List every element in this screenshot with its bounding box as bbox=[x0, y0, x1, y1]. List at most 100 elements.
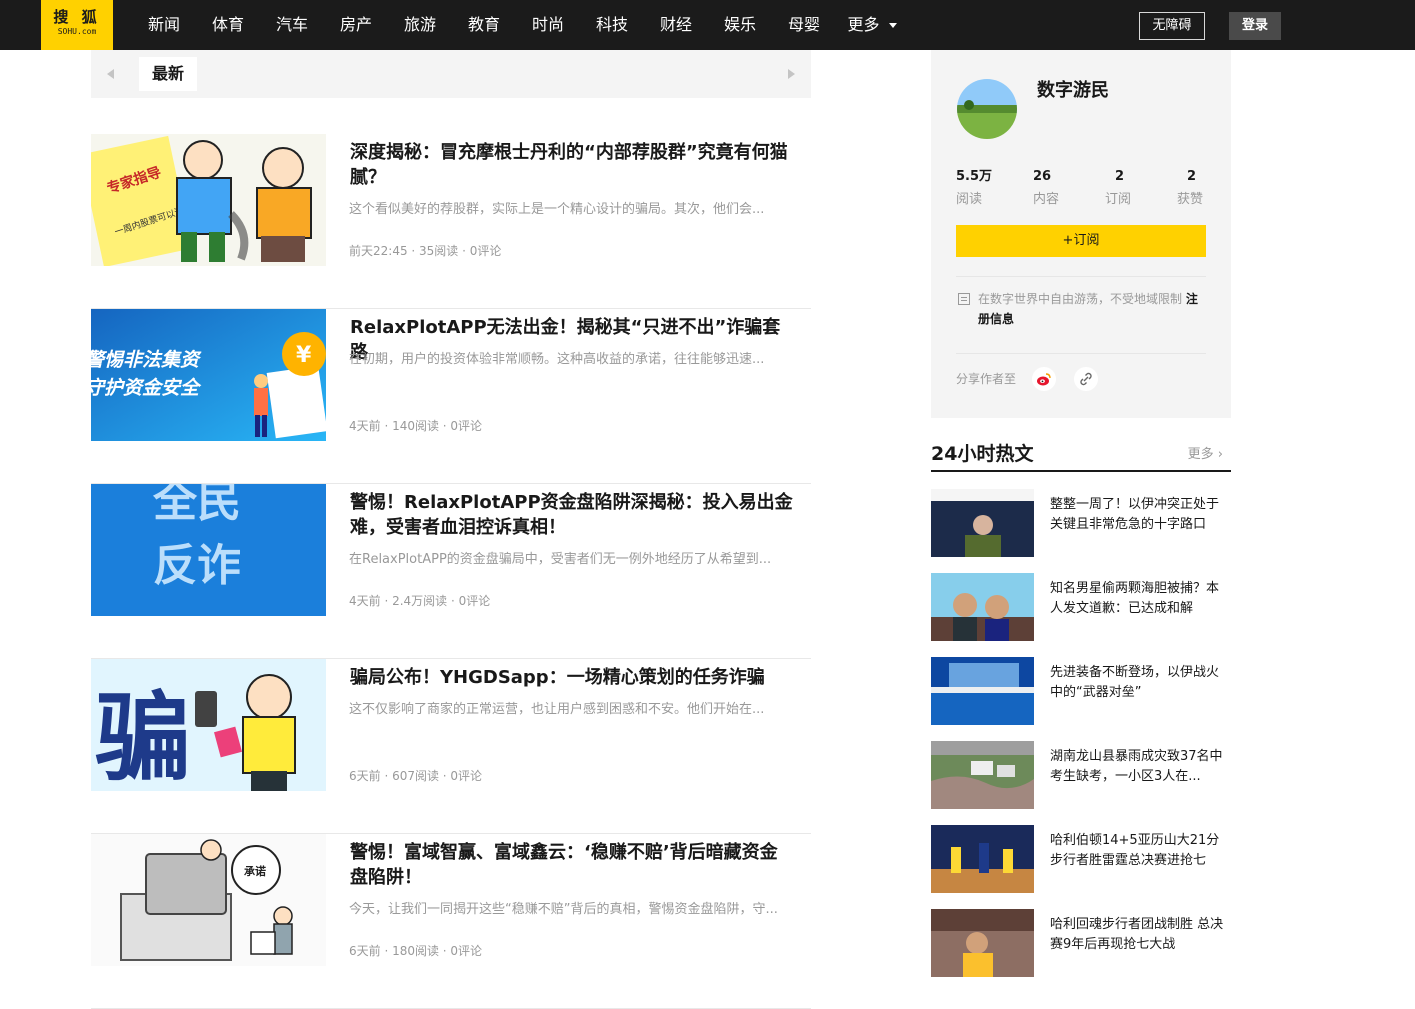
stat-number: 5.5万 bbox=[956, 169, 993, 184]
article-meta: 4天前 · 2.4万阅读 · 0评论 bbox=[349, 594, 491, 608]
sohu-logo[interactable]: 搜 狐 SOHU.com bbox=[41, 0, 113, 50]
stat-label: 获赞 bbox=[1177, 192, 1204, 207]
hot-article-title: 湖南龙山县暴雨成灾致37名中考生缺考，一小区3人在... bbox=[1050, 749, 1223, 784]
hot-article-title: 知名男星偷两颗海胆被捕？本人发文道歉：已达成和解 bbox=[1050, 581, 1220, 616]
article-summary: 这个看似美好的荐股群，实际上是一个精心设计的骗局。其次，他们会... bbox=[349, 202, 765, 217]
article-meta: 6天前 · 180阅读 · 0评论 bbox=[349, 944, 483, 958]
nav-more-label: 更多 bbox=[847, 15, 880, 34]
hot-article-thumbnail bbox=[931, 657, 1034, 725]
article-item: 承诺 警惕！富域智赢、富域鑫云：‘稳赚不赔’背后暗藏资金盘陷阱！ 今天，让我们一… bbox=[91, 834, 811, 1009]
illegal-fundraising-warning-image: 警惕非法集资 守护资金安全 ¥ bbox=[91, 309, 326, 441]
article-title[interactable]: 警惕！富域智赢、富域鑫云：‘稳赚不赔’背后暗藏资金盘陷阱！ bbox=[350, 840, 795, 890]
tab-scroll-left-icon[interactable] bbox=[107, 69, 114, 79]
author-name[interactable]: 数字游民 bbox=[1037, 78, 1109, 103]
hot-article-item[interactable]: 整整一周了！以伊冲突正处于关键且非常危急的十字路口 bbox=[931, 489, 1231, 557]
thumb-text: 守护资金安全 bbox=[91, 377, 202, 399]
article-item: 专家指导 一周内股票可以涨10% 深度揭秘：冒充摩根士丹利的“内部荐股群”究竟有… bbox=[91, 134, 811, 309]
chevron-right-icon: › bbox=[1217, 447, 1223, 462]
nav-item-travel[interactable]: 旅游 bbox=[388, 0, 452, 50]
document-icon bbox=[958, 293, 970, 305]
nav-item-entertainment[interactable]: 娱乐 bbox=[708, 0, 772, 50]
hot-article-item[interactable]: 哈利回魂步行者团战制胜 总决赛9年后再现抢七大战 bbox=[931, 909, 1231, 977]
weibo-glyph bbox=[1037, 373, 1051, 386]
tab-latest[interactable]: 最新 bbox=[139, 57, 197, 91]
hot-article-thumbnail bbox=[931, 909, 1034, 977]
hot-article-item[interactable]: 先进装备不断登场，以伊战火中的“武器对垒” bbox=[931, 657, 1231, 725]
basketball-player-image bbox=[931, 909, 1034, 977]
author-bio: 在数字世界中自由游荡，不受地域限制 注册信息 bbox=[978, 289, 1206, 329]
article-summary: 在初期，用户的投资体验非常顺畅。这种高收益的承诺，往往能够迅速... bbox=[349, 352, 765, 367]
hot-article-title: 哈利回魂步行者团战制胜 总决赛9年后再现抢七大战 bbox=[1050, 917, 1224, 952]
stat-likes: 2 获赞 bbox=[1177, 168, 1237, 209]
subscribe-button[interactable]: +订阅 bbox=[956, 225, 1206, 257]
hot-article-thumbnail bbox=[931, 825, 1034, 893]
article-meta: 4天前 · 140阅读 · 0评论 bbox=[349, 419, 483, 433]
nav-item-education[interactable]: 教育 bbox=[452, 0, 516, 50]
article-thumbnail[interactable]: 警惕非法集资 守护资金安全 ¥ bbox=[91, 309, 326, 441]
article-item: 警惕非法集资 守护资金安全 ¥ RelaxPlotAPP无法出金！揭秘其“只进不… bbox=[91, 309, 811, 484]
author-avatar[interactable] bbox=[957, 79, 1017, 139]
stat-number: 26 bbox=[1033, 169, 1052, 184]
hot-article-item[interactable]: 哈利伯顿14+5亚历山大21分步行者胜雷霆总决赛进抢七 bbox=[931, 825, 1231, 893]
nav-item-parenting[interactable]: 母婴 bbox=[772, 0, 836, 50]
stat-contents: 26 内容 bbox=[1033, 168, 1093, 209]
article-thumbnail[interactable]: 承诺 bbox=[91, 834, 326, 966]
article-title[interactable]: 警惕！RelaxPlotAPP资金盘陷阱深揭秘：投入易出金难，受害者血泪控诉真相… bbox=[350, 490, 795, 540]
stat-reads: 5.5万 阅读 bbox=[956, 168, 1016, 209]
article-title[interactable]: 深度揭秘：冒充摩根士丹利的“内部荐股群”究竟有何猫腻？ bbox=[350, 140, 795, 190]
article-thumbnail[interactable]: 专家指导 一周内股票可以涨10% bbox=[91, 134, 326, 266]
hot-article-item[interactable]: 湖南龙山县暴雨成灾致37名中考生缺考，一小区3人在... bbox=[931, 741, 1231, 809]
article-summary: 在RelaxPlotAPP的资金盘骗局中，受害者们无一例外地经历了从希望到... bbox=[349, 552, 772, 567]
tab-scroll-right-icon[interactable] bbox=[788, 69, 795, 79]
article-item: 全民 反诈 警惕！RelaxPlotAPP资金盘陷阱深揭秘：投入易出金难，受害者… bbox=[91, 484, 811, 659]
thumb-text: 承诺 bbox=[244, 864, 266, 878]
hot-articles-title: 24小时热文 bbox=[931, 443, 1034, 465]
thumb-text: 全民 bbox=[152, 484, 241, 527]
divider bbox=[956, 276, 1206, 277]
link-glyph bbox=[1080, 372, 1092, 386]
hot-more-link[interactable]: 更多 › bbox=[1188, 445, 1223, 465]
logo-chinese: 搜 狐 bbox=[53, 8, 101, 26]
channel-nav: 新闻 体育 汽车 房产 旅游 教育 时尚 科技 财经 娱乐 母婴 更多 bbox=[132, 0, 908, 50]
article-thumbnail[interactable]: 全民 反诈 bbox=[91, 484, 326, 616]
nav-item-news[interactable]: 新闻 bbox=[132, 0, 196, 50]
author-card: 数字游民 5.5万 阅读 26 内容 2 订阅 2 获赞 +订阅 在数字世界中自… bbox=[931, 50, 1231, 418]
stat-number: 2 bbox=[1187, 169, 1197, 184]
article-meta: 6天前 · 607阅读 · 0评论 bbox=[349, 769, 483, 783]
two-men-selfie-image bbox=[931, 573, 1034, 641]
login-button[interactable]: 登录 bbox=[1229, 12, 1281, 40]
hot-article-item[interactable]: 知名男星偷两颗海胆被捕？本人发文道歉：已达成和解 bbox=[931, 573, 1231, 641]
flood-aerial-image bbox=[931, 741, 1034, 809]
nav-item-more[interactable]: 更多 bbox=[836, 0, 908, 50]
anti-fraud-poster-image: 全民 反诈 bbox=[91, 484, 326, 616]
logo-english: SOHU.com bbox=[57, 27, 97, 36]
author-bio-text: 在数字世界中自由游荡，不受地域限制 bbox=[978, 292, 1183, 306]
nav-item-auto[interactable]: 汽车 bbox=[260, 0, 324, 50]
hot-article-title: 整整一周了！以伊冲突正处于关键且非常危急的十字路口 bbox=[1050, 497, 1220, 532]
promise-trap-sketch-image: 承诺 bbox=[91, 834, 326, 966]
basketball-game-image bbox=[931, 825, 1034, 893]
nav-item-fashion[interactable]: 时尚 bbox=[516, 0, 580, 50]
nav-item-realestate[interactable]: 房产 bbox=[324, 0, 388, 50]
thumb-text: 警惕非法集资 bbox=[91, 349, 202, 371]
hot-article-title: 先进装备不断登场，以伊战火中的“武器对垒” bbox=[1050, 665, 1220, 700]
stat-label: 阅读 bbox=[956, 192, 983, 207]
nav-item-sports[interactable]: 体育 bbox=[196, 0, 260, 50]
hot-article-thumbnail bbox=[931, 741, 1034, 809]
accessibility-button[interactable]: 无障碍 bbox=[1139, 12, 1205, 40]
article-title[interactable]: 骗局公布！YHGDSapp：一场精心策划的任务诈骗 bbox=[350, 665, 795, 690]
weibo-icon[interactable] bbox=[1032, 367, 1056, 391]
nav-item-tech[interactable]: 科技 bbox=[580, 0, 644, 50]
article-tab-bar: 最新 bbox=[91, 50, 811, 98]
nav-item-finance[interactable]: 财经 bbox=[644, 0, 708, 50]
article-thumbnail[interactable]: 骗 bbox=[91, 659, 326, 791]
hot-article-thumbnail bbox=[931, 489, 1034, 557]
stat-number: 2 bbox=[1115, 169, 1125, 184]
article-meta: 前天22:45 · 35阅读 · 0评论 bbox=[349, 244, 502, 258]
link-icon[interactable] bbox=[1074, 367, 1098, 391]
military-briefing-image bbox=[931, 489, 1034, 557]
grassland-avatar-image bbox=[957, 79, 1017, 139]
thumb-text: 反诈 bbox=[153, 540, 241, 591]
cartoon-stock-tip-image: 专家指导 一周内股票可以涨10% bbox=[91, 134, 326, 266]
weapons-exhibition-image bbox=[931, 657, 1034, 725]
